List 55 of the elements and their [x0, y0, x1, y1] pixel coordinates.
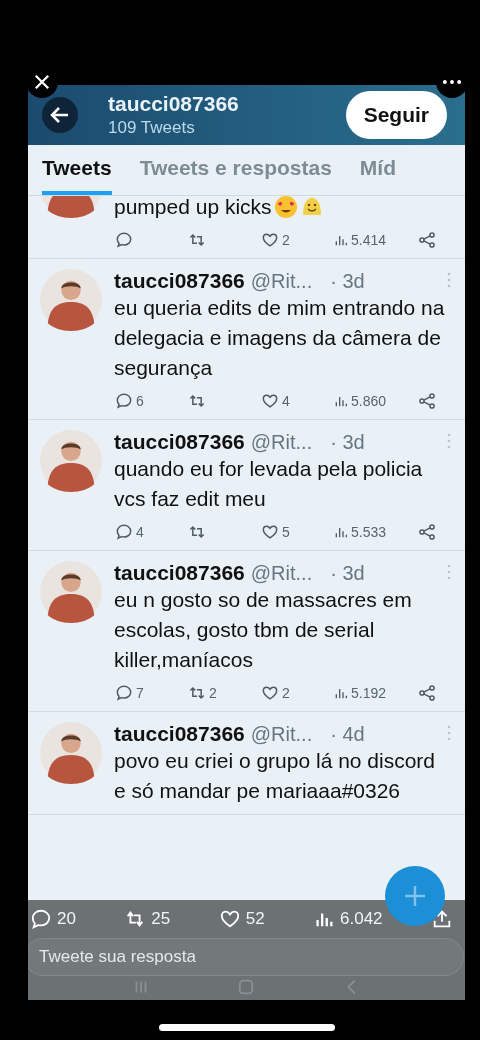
tweet-time: · 4d [330, 723, 365, 746]
profile-name: taucci087366 [108, 92, 240, 116]
reply-count: 7 [136, 685, 144, 701]
share-icon[interactable] [417, 522, 437, 542]
share-icon[interactable] [417, 230, 437, 250]
avatar [40, 561, 102, 623]
reply-icon[interactable] [114, 522, 134, 542]
reply-icon[interactable] [114, 683, 134, 703]
share-icon[interactable] [431, 908, 453, 930]
like-count: 4 [282, 393, 290, 409]
view-count: 5.860 [351, 393, 387, 409]
tweet-time: · 3d [330, 270, 365, 293]
heart-eyes-face-icon [273, 196, 298, 219]
author-name: taucci087366 [114, 722, 245, 746]
compose-button[interactable] [385, 866, 445, 926]
repost-count: 25 [151, 909, 171, 929]
view-count: 5.192 [351, 685, 387, 701]
tweet-count: 109 Tweets [108, 118, 196, 138]
like-count: 2 [282, 685, 290, 701]
share-icon[interactable] [417, 683, 437, 703]
view-count: 5.414 [351, 232, 387, 248]
author-handle: @Rit... [250, 270, 313, 293]
tweet-text: pumped up kicks [114, 196, 272, 220]
reply-icon[interactable] [114, 391, 134, 411]
retweet-count: 2 [209, 685, 217, 701]
like-count: 5 [282, 524, 290, 540]
avatar [40, 430, 102, 492]
view-count: 6.042 [340, 909, 383, 929]
author-handle: @Rit... [250, 431, 313, 454]
author-name: taucci087366 [114, 269, 245, 293]
heart-icon[interactable] [218, 908, 241, 930]
reply-field[interactable]: Tweete sua resposta [28, 938, 464, 976]
author-handle: @Rit... [250, 723, 313, 746]
share-icon[interactable] [417, 391, 437, 411]
view-count: 5.533 [351, 524, 387, 540]
tweet-text: eu queria edits de mim entrando na delegacia e imagens da câmera de segurança [114, 295, 446, 381]
tweet-time: · 3d [330, 431, 365, 454]
tweet-time: · 3d [330, 562, 365, 585]
follow-button[interactable]: Seguir [345, 91, 447, 139]
tweet-text: quando eu for levada pela policia vcs faz edit meu [114, 456, 424, 512]
back-icon[interactable] [42, 97, 78, 133]
tweet-text: eu n gosto so de massacres em escolas, gosto tbm de serial killer,maníacos [114, 587, 413, 673]
author-handle: @Rit... [250, 562, 313, 585]
author-name: taucci087366 [114, 430, 245, 454]
author-name: taucci087366 [114, 561, 245, 585]
reply-icon[interactable] [114, 230, 134, 250]
reply-count: 6 [136, 393, 144, 409]
tweet-text: povo eu criei o grupo lá no discord e só mandar pe mariaaa#0326 [114, 748, 437, 804]
avatar [40, 269, 102, 331]
like-count: 2 [282, 232, 290, 248]
reply-count: 4 [136, 524, 144, 540]
comment-icon[interactable] [30, 908, 52, 930]
like-count: 52 [245, 909, 265, 929]
avatar [40, 722, 102, 784]
comment-count: 20 [57, 909, 76, 929]
